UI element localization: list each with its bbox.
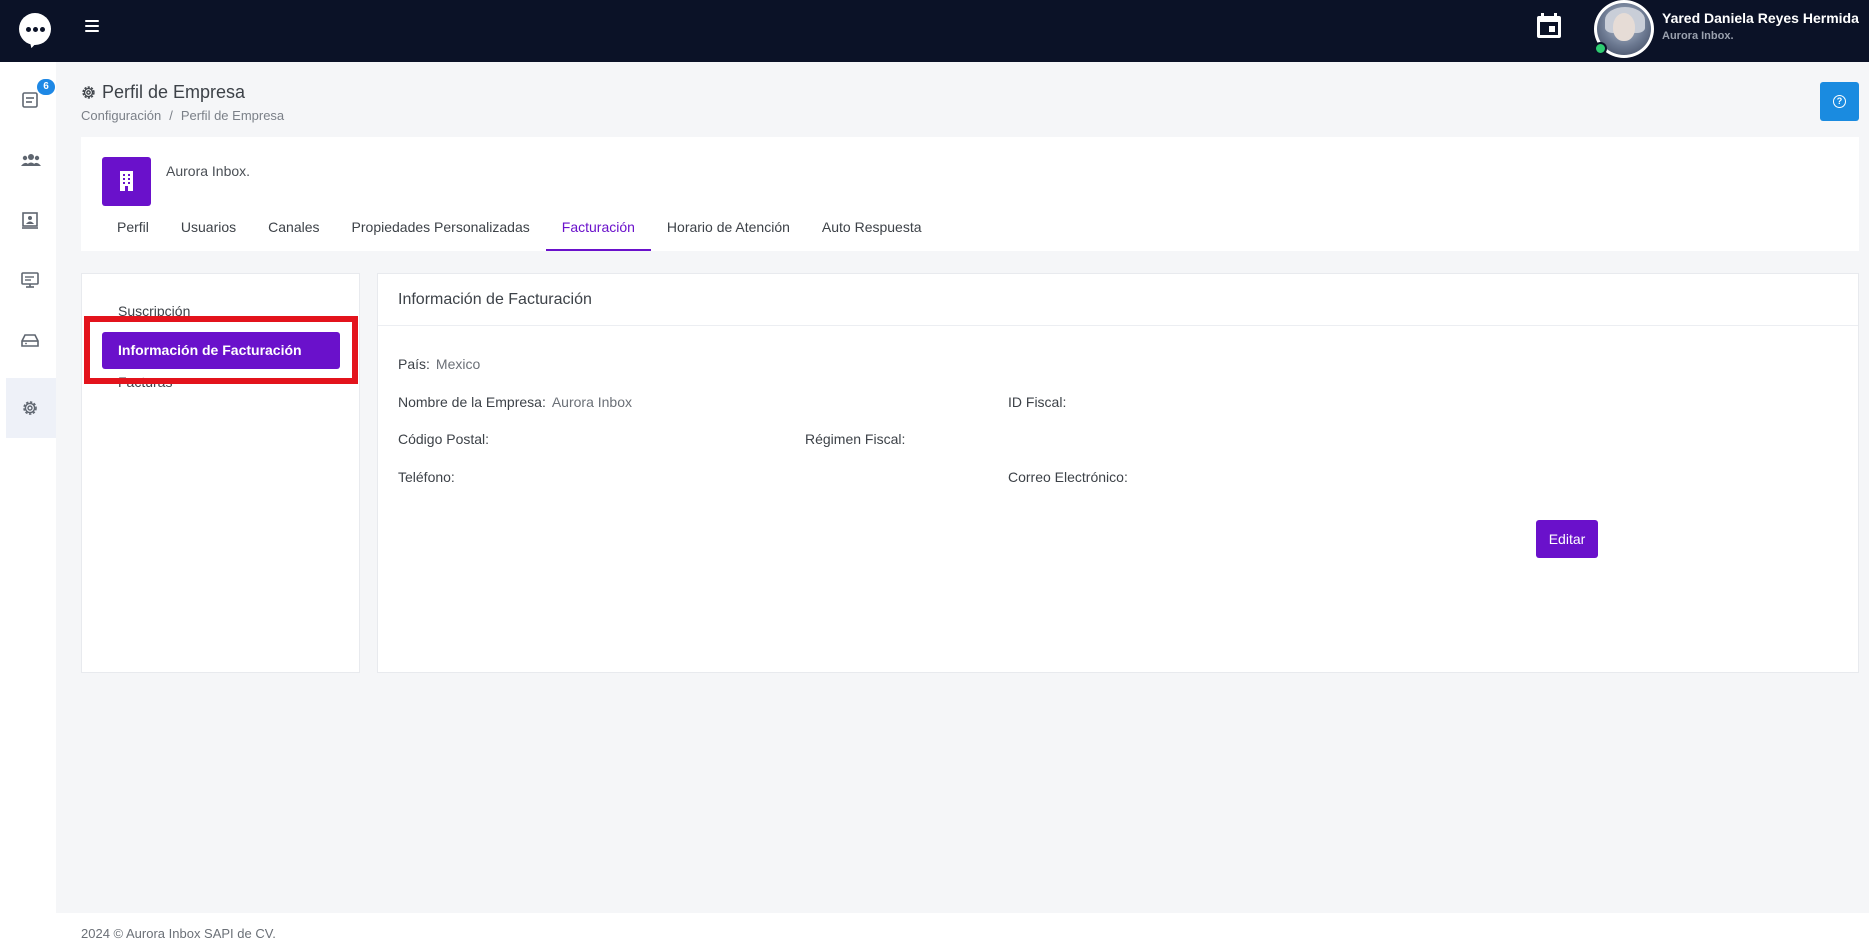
tab-profile[interactable]: Perfil [101,217,165,251]
monitor-icon [21,272,39,288]
country-label: País: [398,356,430,372]
contact-card-icon [22,212,38,229]
tax-id-field: ID Fiscal: [1008,394,1066,410]
online-status-dot [1594,42,1607,55]
building-icon [102,157,151,206]
sidebar [0,62,56,942]
user-name: Yared Daniela Reyes Hermida [1662,10,1859,26]
chat-logo-icon[interactable] [19,13,51,50]
tray-icon [21,334,39,347]
sidebar-item-settings[interactable] [6,378,56,438]
postal-code-label: Código Postal: [398,431,490,447]
gear-icon [23,401,37,415]
tab-auto-reply[interactable]: Auto Respuesta [806,217,938,251]
breadcrumb-item-company-profile: Perfil de Empresa [180,108,285,123]
footer-copyright: 2024 © Aurora Inbox SAPI de CV. [81,926,276,941]
email-field: Correo Electrónico: [1008,469,1128,485]
phone-field: Teléfono: [398,469,455,485]
billing-menu: Suscripción Información de Facturación F… [81,273,360,673]
breadcrumb: Configuración / Perfil de Empresa [81,108,284,123]
billing-info-title: Información de Facturación [398,291,592,308]
sidebar-item-users[interactable] [6,130,56,190]
tab-custom-properties[interactable]: Propiedades Personalizadas [336,217,546,251]
company-name-field: Nombre de la Empresa: Aurora Inbox [398,394,632,410]
country-value: Mexico [435,356,481,372]
inbox-icon [22,92,38,108]
breadcrumb-item-settings[interactable]: Configuración [81,108,161,123]
gear-icon [82,86,95,99]
tax-id-label: ID Fiscal: [1008,394,1067,410]
tax-regime-field: Régimen Fiscal: [805,431,905,447]
tab-channels[interactable]: Canales [252,217,335,251]
tab-users[interactable]: Usuarios [165,217,252,251]
email-label: Correo Electrónico: [1008,469,1128,485]
sidebar-item-contacts[interactable] [6,190,56,250]
user-organization: Aurora Inbox. [1662,30,1734,42]
phone-label: Teléfono: [398,469,455,485]
breadcrumb-separator: / [169,108,173,123]
help-button[interactable]: ? [1820,82,1859,121]
edit-button[interactable]: Editar [1536,520,1598,558]
company-name-label: Nombre de la Empresa: [398,394,546,410]
divider [378,325,1858,326]
company-name-value: Aurora Inbox [551,394,633,410]
country-field: País: Mexico [398,356,480,372]
tab-billing[interactable]: Facturación [545,217,652,251]
users-icon [21,154,41,166]
page-title-text: Perfil de Empresa [102,82,246,102]
menu-item-invoices[interactable]: Facturas [102,364,340,401]
company-tabs: Perfil Usuarios Canales Propiedades Pers… [101,217,938,251]
menu-icon[interactable] [85,20,99,32]
sidebar-item-monitor[interactable] [6,250,56,310]
calendar-icon[interactable] [1535,12,1563,40]
tab-business-hours[interactable]: Horario de Atención [651,217,806,251]
company-name: Aurora Inbox. [166,163,251,179]
tax-regime-label: Régimen Fiscal: [805,431,906,447]
menu-item-subscription[interactable]: Suscripción [102,293,340,330]
page-title: Perfil de Empresa [81,82,245,103]
question-icon: ? [1833,95,1846,108]
footer: 2024 © Aurora Inbox SAPI de CV. [56,913,1869,942]
billing-info-card: Información de Facturación País: Mexico N… [377,273,1859,673]
company-card: Aurora Inbox. Perfil Usuarios Canales Pr… [81,137,1859,251]
sidebar-item-tray[interactable] [6,310,56,370]
top-bar: Yared Daniela Reyes Hermida Aurora Inbox… [0,0,1869,62]
notification-badge: 6 [37,79,55,95]
postal-code-field: Código Postal: [398,431,489,447]
